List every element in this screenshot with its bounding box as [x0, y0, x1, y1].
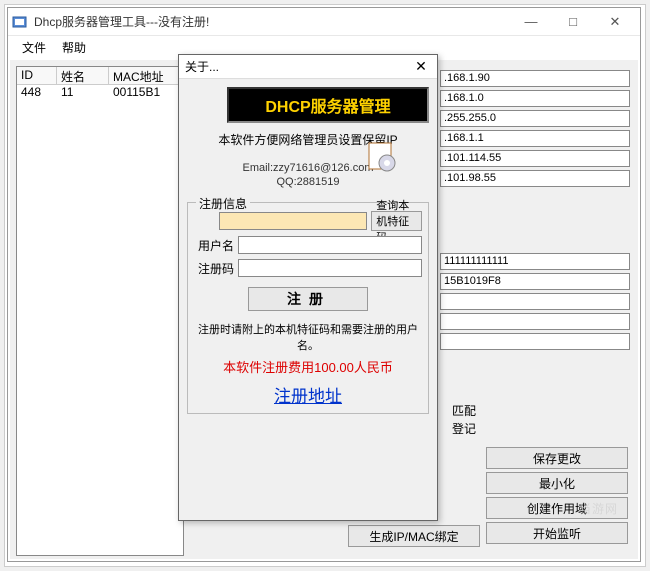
watermark: 当游网 — [579, 500, 618, 517]
qq-text: QQ:2881519 — [187, 176, 429, 188]
field-ip1[interactable]: .168.1.90 — [440, 70, 630, 87]
app-icon — [12, 14, 28, 30]
dialog-body: DHCP服务器管理 本软件方便网络管理员设置保留IP Email:zzy7161… — [179, 79, 437, 520]
dialog-close-button[interactable]: ✕ — [411, 57, 431, 77]
gen-ip-mac-button[interactable]: 生成IP/MAC绑定 — [348, 525, 480, 547]
username-input[interactable] — [238, 236, 422, 254]
start-listen-button[interactable]: 开始监听 — [486, 522, 628, 544]
label-match: 匹配 — [452, 402, 476, 419]
table-row[interactable]: 448 11 00115B1 — [17, 85, 183, 101]
username-label: 用户名 — [194, 237, 234, 254]
register-button[interactable]: 注册 — [248, 287, 368, 311]
label-register: 登记 — [452, 420, 476, 437]
fee-text: 本软件注册费用100.00人民币 — [194, 357, 422, 376]
col-id[interactable]: ID — [17, 67, 57, 85]
col-name[interactable]: 姓名 — [57, 67, 109, 85]
minimize-action-button[interactable]: 最小化 — [486, 472, 628, 494]
window-title: Dhcp服务器管理工具---没有注册! — [34, 13, 510, 30]
setup-icon — [365, 141, 399, 175]
titlebar: Dhcp服务器管理工具---没有注册! — □ ✕ — [8, 8, 640, 36]
cell-id: 448 — [17, 85, 57, 101]
register-link[interactable]: 注册地址 — [194, 382, 422, 407]
field-ip2[interactable]: .168.1.0 — [440, 90, 630, 107]
field-ip6[interactable]: .101.98.55 — [440, 170, 630, 187]
dialog-titlebar[interactable]: 关于... ✕ — [179, 55, 437, 79]
register-group: 注册信息 查询本机特征码 用户名 注册码 注册 注册时请附上的本机特征码和需要注… — [187, 202, 429, 414]
button-stack: 保存更改 最小化 创建作用域 开始监听 — [486, 447, 628, 547]
regcode-input[interactable] — [238, 259, 422, 277]
query-feature-button[interactable]: 查询本机特征码 — [371, 211, 422, 231]
field-ip4[interactable]: .168.1.1 — [440, 130, 630, 147]
group-legend: 注册信息 — [196, 195, 250, 212]
close-button[interactable]: ✕ — [594, 10, 636, 34]
note-text: 注册时请附上的本机特征码和需要注册的用户名。 — [194, 321, 422, 353]
maximize-button[interactable]: □ — [552, 10, 594, 34]
cell-mac: 00115B1 — [109, 85, 181, 101]
field-mac1[interactable]: 111111111111 — [440, 253, 630, 270]
feature-code-input[interactable] — [219, 212, 367, 230]
menu-file[interactable]: 文件 — [14, 37, 54, 58]
minimize-button[interactable]: — — [510, 10, 552, 34]
menu-help[interactable]: 帮助 — [54, 37, 94, 58]
dialog-title: 关于... — [185, 58, 411, 75]
save-button[interactable]: 保存更改 — [486, 447, 628, 469]
table-header: ID 姓名 MAC地址 — [17, 67, 183, 85]
regcode-label: 注册码 — [194, 260, 234, 277]
field-ip5[interactable]: .101.114.55 — [440, 150, 630, 167]
cell-name: 11 — [57, 85, 109, 101]
about-dialog: 关于... ✕ DHCP服务器管理 本软件方便网络管理员设置保留IP Email… — [178, 54, 438, 521]
banner: DHCP服务器管理 — [227, 87, 429, 123]
config-fields: .168.1.90 .168.1.0 .255.255.0 .168.1.1 .… — [440, 70, 630, 353]
col-mac[interactable]: MAC地址 — [109, 67, 181, 85]
field-empty1[interactable] — [440, 293, 630, 310]
field-empty3[interactable] — [440, 333, 630, 350]
field-ip3[interactable]: .255.255.0 — [440, 110, 630, 127]
field-mac2[interactable]: 15B1019F8 — [440, 273, 630, 290]
field-empty2[interactable] — [440, 313, 630, 330]
data-table[interactable]: ID 姓名 MAC地址 448 11 00115B1 — [16, 66, 184, 556]
